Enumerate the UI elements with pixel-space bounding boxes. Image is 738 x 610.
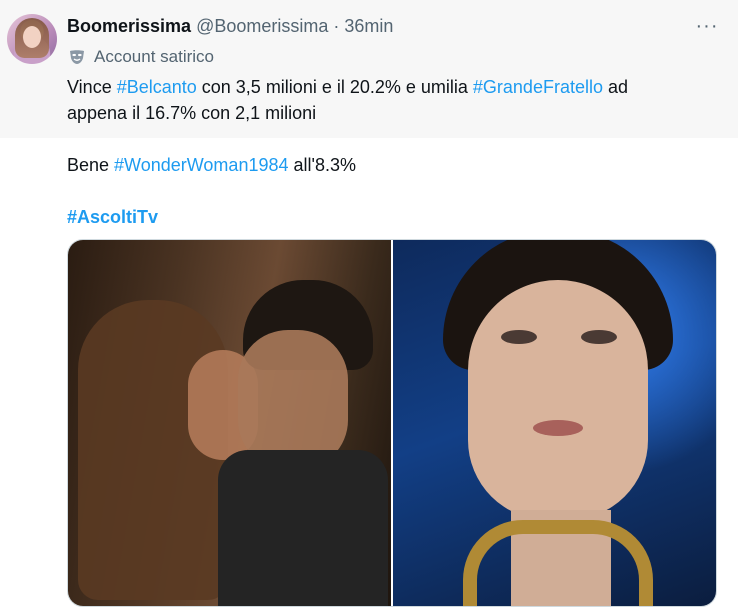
hashtag-grandefratello[interactable]: #GrandeFratello (473, 77, 603, 97)
hashtag-wonderwoman1984[interactable]: #WonderWoman1984 (114, 155, 288, 175)
user-handle[interactable]: @Boomerissima (196, 16, 328, 37)
tweet-line-2: appena il 16.7% con 2,1 milioni (67, 103, 317, 123)
tweet-line-4: #AscoltiTv (67, 204, 707, 230)
text-fragment: con 3,5 milioni e il 20.2% e umilia (196, 77, 473, 97)
tweet-line-1: Vince #Belcanto con 3,5 milioni e il 20.… (67, 74, 707, 100)
text-fragment: all'8.3% (288, 155, 356, 175)
tweet-text: Vince #Belcanto con 3,5 milioni e il 20.… (67, 74, 707, 230)
hashtag-belcanto[interactable]: #Belcanto (117, 77, 197, 97)
more-horizontal-icon: ··· (695, 14, 719, 37)
avatar-face (23, 26, 41, 48)
mask-icon (70, 50, 84, 64)
display-name[interactable]: Boomerissima (67, 16, 191, 37)
media-photo-right[interactable] (393, 240, 716, 606)
tweet-author-row: Boomerissima @Boomerissima · 36min (67, 15, 393, 37)
tweet-line-3: Bene #WonderWoman1984 all'8.3% (67, 152, 707, 178)
media-photo-left[interactable] (68, 240, 391, 606)
avatar[interactable] (7, 14, 57, 64)
more-options-button[interactable]: ··· (692, 14, 722, 38)
text-fragment: ad (602, 77, 629, 97)
timestamp[interactable]: 36min (344, 16, 393, 37)
account-label: Account satirico (68, 46, 214, 68)
account-label-text: Account satirico (94, 47, 214, 66)
tweet-media (67, 239, 717, 607)
text-fragment: Bene (67, 155, 115, 175)
separator-dot: · (333, 15, 340, 36)
text-fragment: Vince (67, 77, 117, 97)
hashtag-ascoltitv[interactable]: #AscoltiTv (67, 207, 158, 227)
